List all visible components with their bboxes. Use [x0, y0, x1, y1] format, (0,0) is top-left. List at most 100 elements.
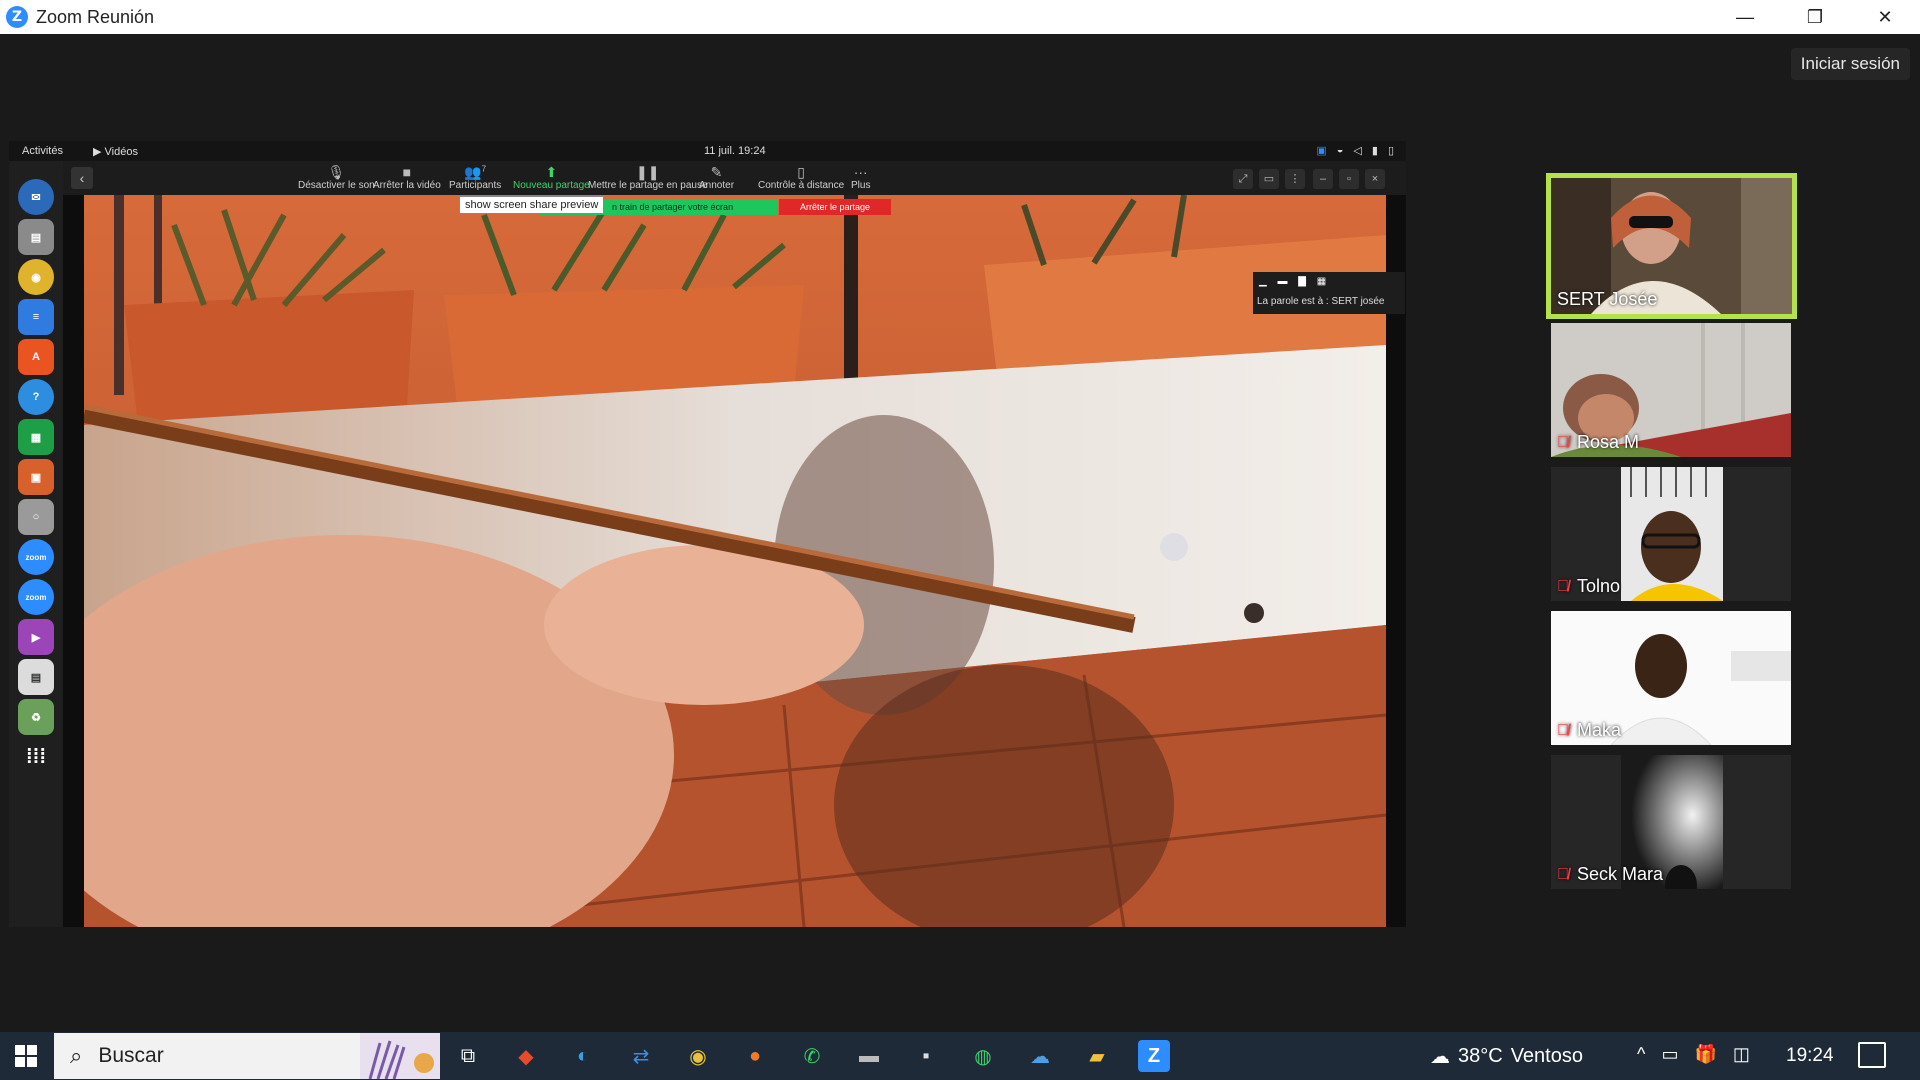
participant-tile[interactable]: 🎙̸ Rosa M: [1551, 323, 1791, 457]
new-share-label: Nouveau partage: [513, 180, 590, 191]
participant-name-text: Maka: [1577, 720, 1622, 740]
recycle-app-icon[interactable]: ◍: [967, 1040, 999, 1072]
chrome-icon[interactable]: ◉: [682, 1040, 714, 1072]
zoom-app-icon-2: zoom: [18, 579, 54, 615]
back-icon: ‹: [71, 167, 93, 189]
cloud-app-icon[interactable]: ☁: [1024, 1040, 1056, 1072]
restore-button[interactable]: ❐: [1780, 0, 1850, 34]
shared-os-topbar: Activités ▶ Vidéos 11 juil. 19:24 ▣ ◒ ◁ …: [9, 141, 1406, 161]
whatsapp-icon[interactable]: ✆: [796, 1040, 828, 1072]
muted-mic-icon: 🎙̸: [1557, 577, 1569, 595]
speaking-label: La parole est à : SERT josée: [1257, 296, 1385, 307]
participant-name: 🎙̸ Tolno: [1557, 576, 1620, 597]
weather-widget[interactable]: ☁ 38°C Ventoso: [1430, 1044, 1583, 1069]
file-explorer-icon[interactable]: ▰: [1081, 1040, 1113, 1072]
taskbar: ⌕ Buscar: [0, 1032, 1920, 1080]
videos-app-icon: ▶: [18, 619, 54, 655]
remote-control: ▯ Contrôle à distance: [758, 164, 844, 191]
teamviewer-icon[interactable]: ⇄: [625, 1040, 657, 1072]
document-viewer-icon: ▤: [18, 659, 54, 695]
software-icon: A: [18, 339, 54, 375]
anydesk-icon[interactable]: ◆: [510, 1040, 542, 1072]
expand-icon: ⤢: [1233, 169, 1253, 189]
close-button[interactable]: ✕: [1850, 0, 1920, 34]
thunderbird-icon: ✉: [18, 179, 54, 215]
participant-name-text: Seck Mara: [1577, 864, 1664, 884]
participant-name-text: Rosa M: [1577, 432, 1640, 452]
participant-name: SERT Josée: [1557, 289, 1657, 310]
start-button[interactable]: [0, 1032, 52, 1080]
kebab-icon: ⋮: [1285, 169, 1305, 189]
videos-app-label: ▶ Vidéos: [93, 146, 138, 158]
new-share-control: ⬆ Nouveau partage: [513, 164, 590, 191]
chat-icon: ▭: [1259, 169, 1279, 189]
pause-share-control: ❚❚ Mettre le partage en pause: [588, 164, 708, 191]
muted-mic-icon: 🎙̸: [1557, 721, 1569, 739]
chevron-up-icon[interactable]: ^: [1637, 1044, 1645, 1065]
video-scene: [84, 195, 1386, 927]
zoom-app-icon: zoom: [18, 539, 54, 575]
device-icon[interactable]: ▬: [853, 1040, 885, 1072]
zoom-logo-icon: Z: [6, 6, 28, 28]
mic-tray-icon: ▮: [1371, 145, 1378, 157]
muted-mic-icon: 🎙̸: [1557, 433, 1569, 451]
camera-icon: ■: [402, 164, 412, 180]
mute-control: 🎙 Désactiver le son: [298, 164, 375, 191]
window-titlebar: Z Zoom Reunión — ❐ ✕: [0, 0, 1920, 34]
calc-icon: ▦: [18, 419, 54, 455]
participant-tile[interactable]: SERT Josée: [1546, 173, 1797, 319]
participants-count: 7: [481, 164, 487, 174]
participant-tile[interactable]: 🎙̸ Maka: [1551, 611, 1791, 745]
shared-clock: 11 juil. 19:24: [704, 145, 766, 157]
shared-dock: ✉ ▤ ◉ ≡ A ? ▦ ▣ ○ zoom zoom ▶ ▤ ♻ ⁞⁞⁞: [9, 161, 63, 927]
battery-tray-icon[interactable]: ▭: [1661, 1044, 1678, 1065]
shared-video-frame: [84, 195, 1386, 927]
shared-minimize-icon: –: [1313, 169, 1333, 189]
trash-icon: ♻: [18, 699, 54, 735]
participants-control: 👥7 Participants: [449, 164, 501, 191]
participant-tile[interactable]: 🎙̸ Seck Mara: [1551, 755, 1791, 889]
window-controls: — ❐ ✕: [1710, 0, 1920, 34]
volume-icon: ◁: [1353, 145, 1362, 157]
stop-share-banner: Arrêter le partage: [779, 199, 891, 215]
edge-icon[interactable]: ◐: [567, 1040, 599, 1072]
wifi-icon: ◒: [1336, 144, 1344, 156]
participant-name-text: SERT Josée: [1557, 289, 1658, 309]
video-label: Arrêter la vidéo: [373, 180, 441, 191]
more-control: ··· Plus: [851, 164, 870, 191]
search-placeholder: Buscar: [98, 1044, 164, 1067]
app-icon[interactable]: ▪: [910, 1040, 942, 1072]
taskbar-search[interactable]: ⌕ Buscar: [54, 1033, 440, 1079]
battery-icon: ▯: [1387, 145, 1394, 157]
pause-share-label: Mettre le partage en pause: [588, 180, 708, 191]
task-view-icon[interactable]: ⧉: [452, 1040, 484, 1072]
shared-zoom-toolbar: ‹ 🎙 Désactiver le son ■ Arrêter la vidéo 👥…: [63, 161, 1406, 195]
writer-icon: ≡: [18, 299, 54, 335]
files-icon: ▤: [18, 219, 54, 255]
gift-icon[interactable]: 🎁: [1694, 1044, 1716, 1065]
help-icon: ?: [18, 379, 54, 415]
shared-close-icon: ×: [1365, 169, 1385, 189]
webcam-icon[interactable]: ◫: [1733, 1044, 1750, 1065]
annotate-control: ✎ Annoter: [699, 164, 734, 191]
more-dots-icon: ···: [853, 164, 868, 180]
participant-name: 🎙̸ Maka: [1557, 720, 1621, 741]
participant-name: 🎙̸ Seck Mara: [1557, 864, 1663, 885]
weather-desc: Ventoso: [1510, 1045, 1583, 1067]
participants-label: Participants: [449, 180, 502, 191]
sign-in-button[interactable]: Iniciar sesión: [1790, 48, 1910, 80]
magnifier-icon: ○: [18, 499, 54, 535]
muted-mic-icon: 🎙̸: [1557, 865, 1569, 883]
firefox-icon[interactable]: ●: [739, 1040, 771, 1072]
taskbar-clock[interactable]: 19:24: [1786, 1045, 1834, 1067]
participant-tile[interactable]: 🎙̸ Tolno: [1551, 467, 1791, 601]
zoom-taskbar-icon[interactable]: Z: [1138, 1040, 1170, 1072]
share-preview-tooltip: show screen share preview: [459, 196, 605, 214]
annotate-label: Annoter: [699, 180, 735, 191]
weather-temp: 38°C: [1458, 1045, 1503, 1067]
windows-icon: [15, 1045, 37, 1067]
video-control: ■ Arrêter la vidéo: [373, 164, 441, 191]
notification-center-icon[interactable]: [1858, 1042, 1886, 1068]
weather-wind-icon: ☁: [1430, 1046, 1450, 1068]
minimize-button[interactable]: —: [1710, 0, 1780, 34]
